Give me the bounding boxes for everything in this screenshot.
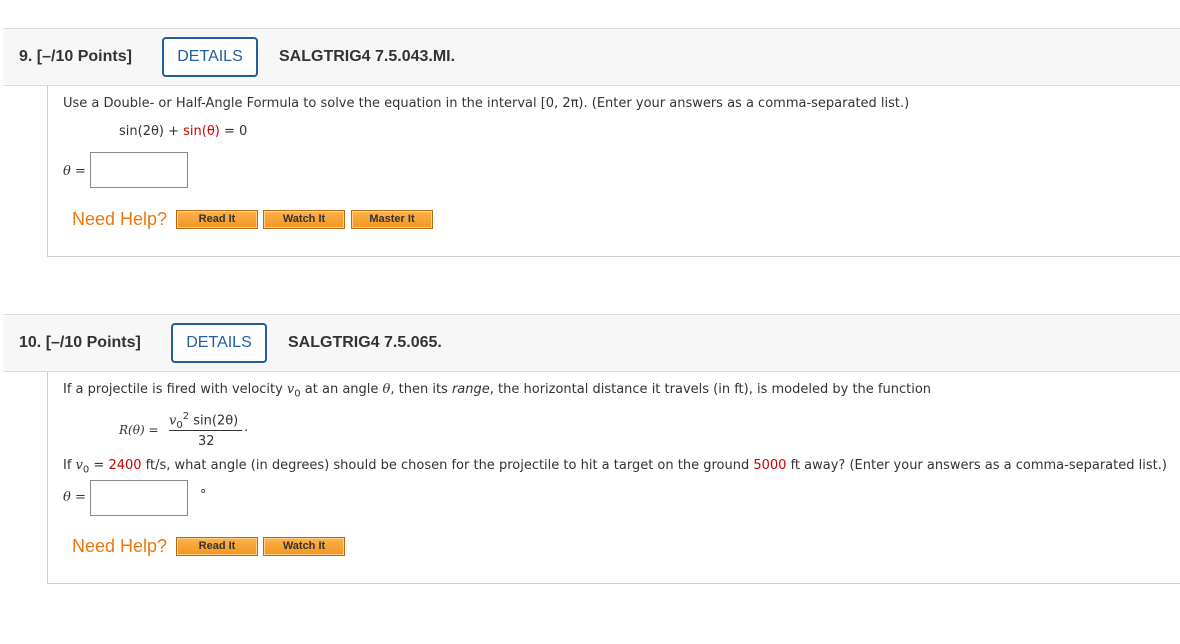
question-10-formula-period: . bbox=[244, 420, 249, 435]
question-9-read-it-button[interactable]: Read It bbox=[176, 210, 258, 229]
question-9-body: Use a Double- or Half-Angle Formula to s… bbox=[47, 86, 1180, 257]
question-9-equation: sin(2θ) + sin(θ) = 0 bbox=[119, 124, 248, 139]
question-10-details-button[interactable]: DETAILS bbox=[171, 323, 267, 363]
question-10-read-it-button[interactable]: Read It bbox=[176, 537, 258, 556]
question-10-degree-unit: ° bbox=[200, 488, 207, 503]
question-9-prompt: Use a Double- or Half-Angle Formula to s… bbox=[63, 96, 910, 111]
question-10-number: 10. [–/10 Points] bbox=[19, 334, 141, 351]
question-10-prompt: If a projectile is fired with velocity v… bbox=[63, 382, 932, 400]
question-9-answer-label: θ = bbox=[63, 164, 86, 179]
question-9-answer-input[interactable] bbox=[90, 152, 188, 188]
question-10-formula-denominator: 32 bbox=[198, 434, 215, 449]
question-9-need-help: Need Help? bbox=[72, 209, 168, 229]
question-9-header: 9. [–/10 Points] DETAILS SALGTRIG4 7.5.0… bbox=[3, 28, 1180, 86]
question-10-formula-numerator: v02 sin(2θ) bbox=[169, 411, 239, 431]
question-9-watch-it-button[interactable]: Watch It bbox=[263, 210, 345, 229]
question-10-answer-input[interactable] bbox=[90, 480, 188, 516]
question-10-condition: If v0 = 2400 ft/s, what angle (in degree… bbox=[63, 458, 1167, 476]
question-9-details-button[interactable]: DETAILS bbox=[162, 37, 258, 77]
question-10-formula-lhs: R(θ) = bbox=[119, 423, 159, 437]
question-9-code: SALGTRIG4 7.5.043.MI. bbox=[279, 48, 456, 65]
question-10-header: 10. [–/10 Points] DETAILS SALGTRIG4 7.5.… bbox=[3, 314, 1180, 372]
question-10-need-help: Need Help? bbox=[72, 536, 168, 556]
question-9-number: 9. [–/10 Points] bbox=[19, 48, 132, 65]
question-10-body: If a projectile is fired with velocity v… bbox=[47, 372, 1180, 584]
question-10-code: SALGTRIG4 7.5.065. bbox=[288, 334, 442, 351]
question-10-watch-it-button[interactable]: Watch It bbox=[263, 537, 345, 556]
question-10-fraction-bar bbox=[169, 430, 242, 431]
question-9-master-it-button[interactable]: Master It bbox=[351, 210, 433, 229]
question-10-answer-label: θ = bbox=[63, 490, 86, 505]
